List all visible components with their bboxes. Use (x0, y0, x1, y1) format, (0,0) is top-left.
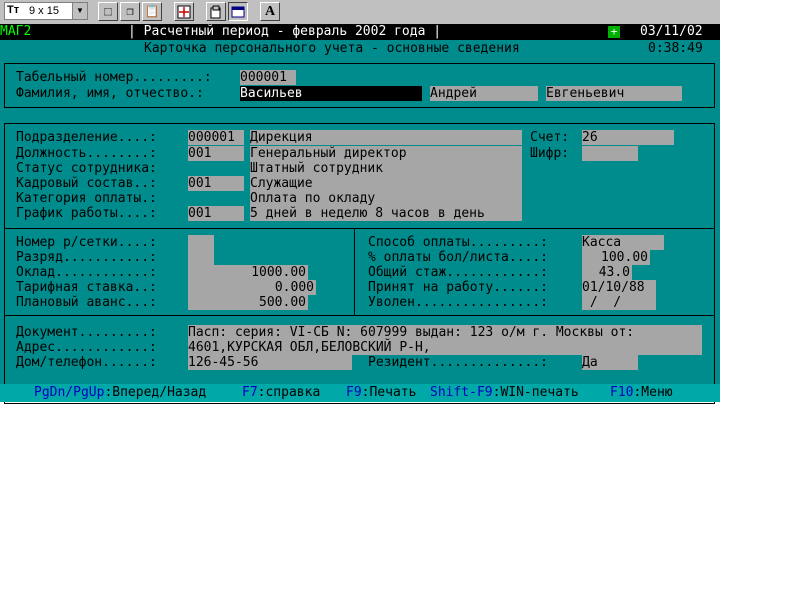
properties-icon[interactable] (206, 2, 226, 21)
clock-text: 0:38:49 (648, 41, 703, 56)
key-hint-shift-f9[interactable]: Shift-F9:WIN-печать (430, 385, 587, 400)
date-text: 03/11/02 (640, 24, 703, 39)
staff-label: Кадровый состав..: (16, 176, 157, 191)
address-field[interactable]: 4601,КУРСКАЯ ОБЛ,БЕЛОВСКИЙ Р-Н, (188, 340, 702, 355)
app-label: МАГ2 (0, 24, 32, 39)
cipher-field[interactable] (582, 146, 638, 161)
tenure-label: Общий стаж............: (368, 265, 549, 280)
surname-field[interactable]: Васильев (240, 86, 422, 101)
window-toolbar: Tт 9 x 15 ▼ ⬚ ❐ 📋 A (0, 0, 720, 25)
rank-label: Разряд...........: (16, 250, 157, 265)
schedule-field[interactable]: 5 дней в неделю 8 часов в день (250, 206, 522, 221)
status-bar: МАГ2 | Расчетный период - февраль 2002 г… (0, 24, 720, 40)
status-label: Статус сотрудника: (16, 161, 157, 176)
chevron-down-icon[interactable]: ▼ (72, 3, 87, 19)
grid-field[interactable] (188, 235, 214, 250)
advance-field[interactable]: 500.00 (188, 295, 308, 310)
key-hint-f10[interactable]: F10:Меню (610, 385, 673, 400)
hired-label: Принят на работу......: (368, 280, 549, 295)
grid-label: Номер р/сетки....: (16, 235, 157, 250)
sick-pay-label: % оплаты бол/листа....: (368, 250, 549, 265)
position-label: Должность........: (16, 146, 157, 161)
account-field[interactable]: 26 (582, 130, 674, 145)
dos-window: Tт 9 x 15 ▼ ⬚ ❐ 📋 A МАГ2 | Расчетный пер… (0, 0, 800, 600)
fired-field[interactable]: / / (582, 295, 656, 310)
key-name: F7 (242, 385, 258, 400)
font-prefix: Tт (7, 4, 20, 16)
status-field[interactable]: Штатный сотрудник (250, 161, 522, 176)
address-label: Адрес............: (16, 340, 157, 355)
key-hint-f7[interactable]: F7:справка (242, 385, 328, 400)
pay-method-label: Способ оплаты.........: (368, 235, 549, 250)
document-field[interactable]: Пасп: серия: VI-СБ N: 607999 выдан: 123 … (188, 325, 702, 340)
dept-code-field[interactable]: 000001 (188, 130, 244, 145)
position-name-field[interactable]: Генеральный директор (250, 146, 522, 161)
page-title: Карточка персонального учета - основные … (144, 41, 520, 56)
divider (4, 228, 715, 229)
pay-method-field[interactable]: Касса (582, 235, 664, 250)
function-key-bar: PgDn/PgUp:Вперед/Назад F7:справка F9:Печ… (0, 384, 720, 402)
key-name: PgDn/PgUp (34, 385, 105, 400)
dept-name-field[interactable]: Дирекция (250, 130, 522, 145)
salary-field[interactable]: 1000.00 (188, 265, 308, 280)
dos-console: МАГ2 | Расчетный период - февраль 2002 г… (0, 24, 720, 404)
dept-label: Подразделение....: (16, 130, 157, 145)
advance-label: Плановый аванс...: (16, 295, 157, 310)
font-icon[interactable]: A (260, 2, 280, 21)
account-label: Счет: (530, 130, 570, 145)
hired-field[interactable]: 01/10/88 (582, 280, 656, 295)
schedule-label: График работы....: (16, 206, 157, 221)
font-size-select[interactable]: Tт 9 x 15 ▼ (4, 2, 88, 20)
phone-label: Дом/телефон......: (16, 355, 157, 370)
key-name: Shift-F9 (430, 385, 493, 400)
tenure-field[interactable]: 43.0 (582, 265, 632, 280)
resident-field[interactable]: Да (582, 355, 638, 370)
cipher-label: Шифр: (530, 146, 570, 161)
patronymic-field[interactable]: Евгеньевич (546, 86, 682, 101)
staff-field[interactable]: Служащие (250, 176, 522, 191)
key-desc: :Вперед/Назад (104, 385, 215, 400)
salary-label: Оклад............: (16, 265, 157, 280)
divider-vertical (354, 228, 355, 315)
pay-category-label: Категория оплаты.: (16, 191, 157, 206)
sick-pay-field[interactable]: 100.00 (582, 250, 650, 265)
first-name-field[interactable]: Андрей (430, 86, 538, 101)
tab-number-label: Табельный номер.........: (16, 70, 212, 85)
key-desc: :Печать (361, 385, 425, 400)
schedule-code-field[interactable]: 001 (188, 206, 244, 221)
resident-label: Резидент..............: (368, 355, 549, 370)
select-icon[interactable]: ⬚ (98, 2, 118, 21)
phone-field[interactable]: 126-45-56 (188, 355, 352, 370)
tab-number-field[interactable]: 000001 (240, 70, 296, 85)
fired-label: Уволен................: (368, 295, 549, 310)
key-hint-pgdn[interactable]: PgDn/PgUp:Вперед/Назад (34, 385, 214, 400)
pay-category-field[interactable]: Оплата по окладу (250, 191, 522, 206)
key-hint-f9[interactable]: F9:Печать (346, 385, 424, 400)
paste-icon[interactable]: 📋 (142, 2, 162, 21)
font-size-value: 9 x 15 (29, 5, 59, 17)
key-desc: :справка (257, 385, 329, 400)
full-name-label: Фамилия, имя, отчество.: (16, 86, 204, 101)
fullscreen-icon[interactable] (174, 2, 194, 21)
plus-indicator: + (608, 26, 620, 38)
background-icon[interactable] (228, 2, 248, 21)
document-label: Документ.........: (16, 325, 157, 340)
key-name: F9 (346, 385, 362, 400)
rank-field[interactable] (188, 250, 214, 265)
staff-code-field[interactable]: 001 (188, 176, 244, 191)
copy-icon[interactable]: ❐ (120, 2, 140, 21)
rate-label: Тарифная ставка..: (16, 280, 157, 295)
key-name: F10 (610, 385, 634, 400)
rate-field[interactable]: 0.000 (188, 280, 316, 295)
key-desc: :Меню (633, 385, 673, 400)
key-desc: :WIN-печать (492, 385, 587, 400)
divider (4, 315, 715, 316)
position-code-field[interactable]: 001 (188, 146, 244, 161)
period-text: | Расчетный период - февраль 2002 года | (128, 24, 442, 39)
